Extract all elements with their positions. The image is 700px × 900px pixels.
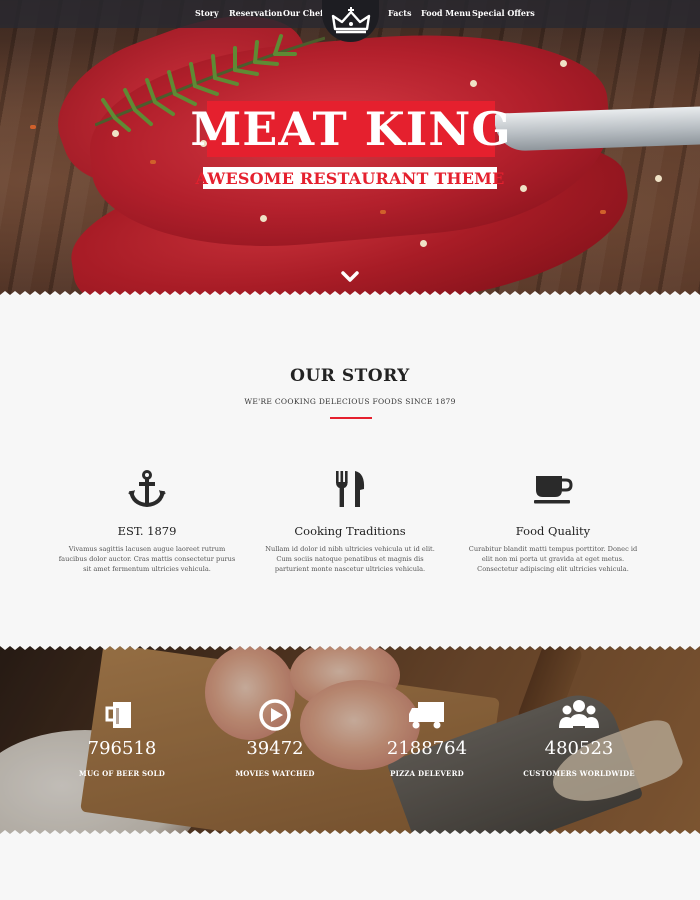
hero-section: Story Reservation Our Chefs Facts Food M… (0, 0, 700, 300)
anchor-icon (128, 470, 166, 508)
feature-text: Nullam id dolor id nibh ultricies vehicu… (265, 545, 435, 573)
section-heading: OUR STORY (290, 366, 410, 386)
our-story-section: OUR STORY WE'RE COOKING DELECIOUS FOODS … (0, 300, 700, 640)
stat-pizza: 2188764 PIZZA DELEVERD (352, 698, 502, 778)
zigzag-divider (0, 830, 700, 840)
stat-value: 796518 (87, 738, 157, 759)
stat-value: 480523 (544, 738, 614, 759)
spice-speck (520, 185, 527, 192)
play-icon (259, 699, 291, 731)
spice-speck (470, 80, 477, 87)
stat-customers: 480523 CUSTOMERS WORLDWIDE (504, 698, 654, 778)
chevron-down-icon[interactable] (341, 270, 359, 284)
nav-item-facts[interactable]: Facts (388, 8, 412, 18)
section-tagline: WE'RE COOKING DELECIOUS FOODS SINCE 1879 (244, 397, 456, 406)
feature-title: Cooking Traditions (294, 524, 406, 538)
heading-divider (330, 417, 372, 419)
hero-subtitle-box: AWESOME RESTAURANT THEME (196, 167, 504, 189)
spice-speck (30, 125, 36, 129)
stat-label: PIZZA DELEVERD (390, 769, 464, 778)
knife-image (494, 106, 700, 152)
stat-beer: 796518 MUG OF BEER SOLD (47, 698, 197, 778)
beer-mug-icon (105, 702, 131, 728)
stat-label: CUSTOMERS WORLDWIDE (523, 769, 635, 778)
hero-title: MEAT KING (190, 102, 512, 156)
zigzag-divider (0, 291, 700, 300)
zigzag-divider (0, 640, 700, 650)
spice-speck (655, 175, 662, 182)
feature-text: Vivamus sagittis lacusen augue laoreet r… (58, 545, 236, 573)
stat-label: MUG OF BEER SOLD (79, 769, 165, 778)
stat-value: 2188764 (386, 738, 468, 759)
spice-speck (150, 160, 156, 164)
nav-item-special-offers[interactable]: Special Offers (472, 8, 535, 18)
spice-speck (380, 210, 386, 214)
hero-title-box: MEAT KING (190, 101, 511, 157)
feature-title: EST. 1879 (117, 524, 177, 538)
nav-item-story[interactable]: Story (195, 8, 219, 18)
stat-movies: 39472 MOVIES WATCHED (200, 698, 350, 778)
users-icon (559, 700, 599, 728)
fork-knife-icon (336, 471, 365, 507)
nav-item-reservation[interactable]: Reservation (229, 8, 282, 18)
feature-cooking-traditions: Cooking Traditions Nullam id dolor id ni… (260, 468, 440, 574)
spice-speck (260, 215, 267, 222)
page-bottom-band (0, 840, 700, 900)
spice-speck (560, 60, 567, 67)
stat-value: 39472 (246, 738, 304, 759)
crown-icon (331, 7, 370, 34)
feature-food-quality: Food Quality Curabitur blandit matti tem… (463, 468, 643, 574)
spice-speck (420, 240, 427, 247)
feature-text: Curabitur blandit matti tempus porttitor… (468, 545, 638, 573)
stats-section: 796518 MUG OF BEER SOLD 39472 MOVIES WAT… (0, 640, 700, 840)
spice-speck (600, 210, 606, 214)
feature-est: EST. 1879 Vivamus sagittis lacusen augue… (57, 468, 237, 574)
spice-speck (112, 130, 119, 137)
stat-label: MOVIES WATCHED (235, 769, 315, 778)
coffee-cup-icon (534, 476, 573, 504)
hero-subtitle: AWESOME RESTAURANT THEME (195, 168, 505, 188)
truck-icon (409, 702, 444, 729)
nav-item-food-menu[interactable]: Food Menu (421, 8, 471, 18)
feature-title: Food Quality (515, 524, 591, 538)
